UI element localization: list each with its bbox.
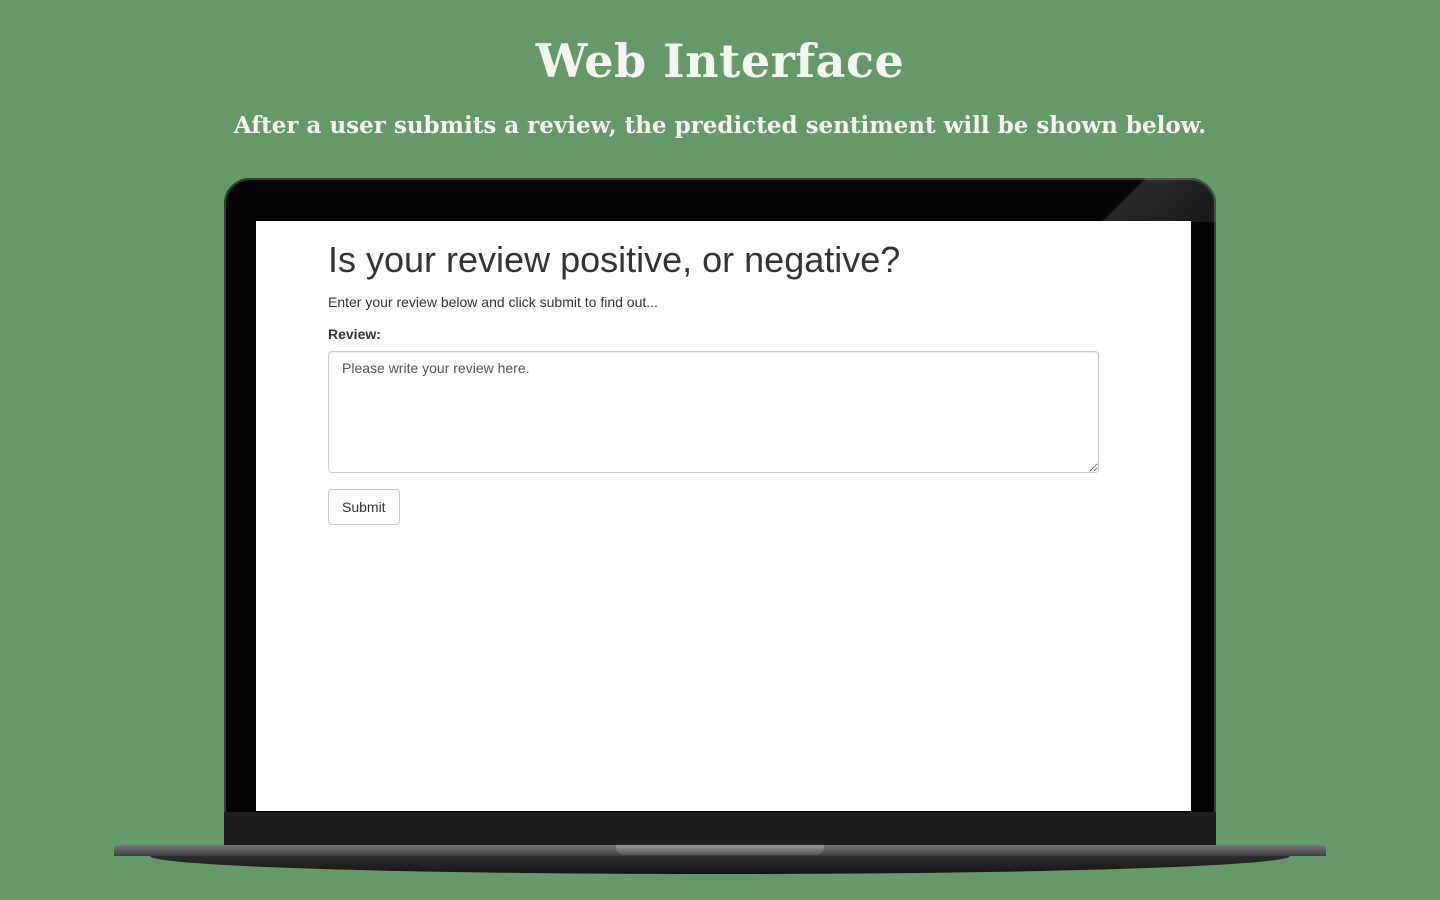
- laptop-screen: Is your review positive, or negative? En…: [256, 221, 1191, 811]
- submit-button[interactable]: Submit: [328, 489, 400, 525]
- lid-glare: [1036, 178, 1216, 222]
- page-heading: Is your review positive, or negative?: [328, 239, 901, 280]
- laptop-base-notch: [616, 845, 824, 855]
- laptop-foot: [150, 856, 1290, 874]
- slide-subtitle: After a user submits a review, the predi…: [233, 112, 1207, 139]
- lid-bottom-band: [224, 812, 1216, 846]
- slide-title: Web Interface: [535, 34, 905, 88]
- review-label: Review:: [328, 326, 381, 342]
- laptop-base: [114, 845, 1326, 856]
- page-intro: Enter your review below and click submit…: [328, 294, 658, 310]
- review-textarea[interactable]: [328, 351, 1099, 473]
